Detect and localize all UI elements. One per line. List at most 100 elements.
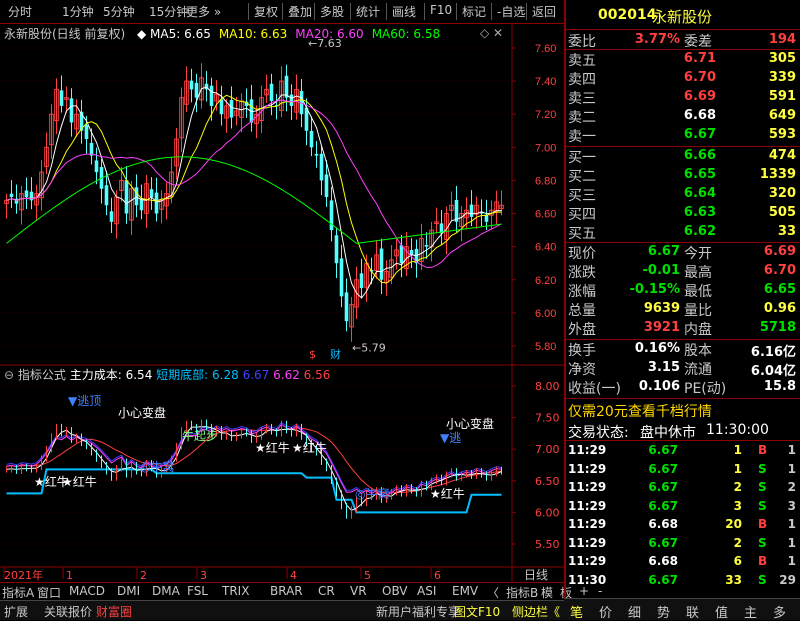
short-bottom-value: 6.28 <box>212 368 239 382</box>
indicator-tab-14[interactable]: 指标B <box>506 584 538 601</box>
ask-row: 卖五 6.71 305 <box>566 50 800 69</box>
quote-tab-6[interactable]: 主 <box>744 602 757 621</box>
quote-tab-4[interactable]: 联 <box>686 602 699 621</box>
toolbar-item-13[interactable]: 返回 <box>532 3 556 20</box>
tick-volume: 1 <box>733 443 742 457</box>
candle-body <box>189 80 194 90</box>
tick-count: 1 <box>787 461 796 476</box>
promo-banner[interactable]: 仅需20元查看千档行情 <box>566 399 800 420</box>
stat-value: 0.106 <box>638 379 680 394</box>
indicator-tab-2[interactable]: MACD <box>69 584 105 598</box>
tick-side: S <box>758 535 767 550</box>
candle-body <box>359 273 364 289</box>
chart-options-icons[interactable]: ◇ ✕ <box>480 26 503 40</box>
signal-annotation: 牛起步 <box>182 428 218 443</box>
collapse-icon[interactable]: ⊖ <box>4 368 14 382</box>
toolbar-item-3[interactable]: 15分钟 <box>149 3 188 20</box>
signal-annotation: ▼逃 <box>440 431 461 445</box>
tick-count: 1 <box>787 535 796 550</box>
weibi-label: 委比 <box>568 34 596 50</box>
indicator-tab-6[interactable]: TRIX <box>222 584 249 598</box>
indicator-tab-4[interactable]: DMA <box>152 584 180 598</box>
indicator-tab-7[interactable]: BRAR <box>270 584 303 598</box>
quote-tab-0[interactable]: 笔 <box>570 602 583 621</box>
indicator-tab-9[interactable]: VR <box>350 584 367 598</box>
quote-tab-7[interactable]: 多 <box>773 602 786 621</box>
toolbar-item-5[interactable]: 复权 <box>254 3 278 20</box>
tick-side: S <box>758 480 767 494</box>
promo-text[interactable]: 仅需20元查看千档行情 <box>568 401 712 421</box>
weicha-value: 194 <box>768 32 796 47</box>
indicator-tab-15[interactable]: 模 <box>541 584 553 601</box>
indicator-tab-13[interactable]: 〈 <box>487 584 499 601</box>
toolbar-item-2[interactable]: 5分钟 <box>103 3 135 20</box>
bottom-bar-item-3[interactable]: 新用户福利专享 <box>376 603 460 620</box>
kline-chart-area[interactable]: 7.60 7.40 7.20 7.00 6.80 6.60 6.40 6.20 6.00 5.80… <box>0 24 564 594</box>
ask-row: 卖一 6.67 593 <box>566 126 800 145</box>
bottom-bar-item-4[interactable]: 图文F10 <box>454 603 500 620</box>
toolbar-separator <box>386 3 387 20</box>
stat-row: 涨跌 -0.01 最高 6.70 <box>566 262 800 281</box>
quote-stats: 现价 6.67 今开 6.69 涨跌 -0.01 最高 6.70 涨幅 -0.15% 最低 6.65 总… <box>566 243 800 339</box>
tick-time: 11:29 <box>568 498 607 513</box>
indicator-tab-11[interactable]: ASI <box>417 584 436 598</box>
toolbar-item-10[interactable]: F10 <box>430 3 452 17</box>
indicator-tab-8[interactable]: CR <box>318 584 335 598</box>
ma60-line <box>6 156 502 244</box>
indicator-tab-1[interactable]: 窗口 <box>37 584 61 601</box>
toolbar-item-12[interactable]: -自选 <box>497 3 525 20</box>
tick-row: 11:29 6.67 1 B 1 <box>566 441 800 460</box>
bottom-bar-item-2[interactable]: 财富圈 <box>96 603 132 620</box>
stat-label: 股本 <box>684 343 712 359</box>
weibi-row: 委比 3.77% 委差 194 <box>566 30 800 50</box>
tick-volume: 20 <box>725 517 742 531</box>
low-price-label: ←5.79 <box>352 342 386 355</box>
quote-tab-5[interactable]: 值 <box>715 602 728 621</box>
candle-body <box>314 153 319 156</box>
indicator-tab-3[interactable]: DMI <box>117 584 140 598</box>
tick-volume: 1 <box>733 461 742 476</box>
dividend-marker[interactable]: $ <box>309 348 316 361</box>
candle-body <box>84 124 89 140</box>
indicator-tab-10[interactable]: OBV <box>382 584 408 598</box>
tick-count: 1 <box>787 443 796 457</box>
toolbar-item-6[interactable]: 叠加 <box>288 3 312 20</box>
x-tick-label: 2021年 <box>4 568 43 582</box>
toolbar-item-11[interactable]: 标记 <box>462 3 486 20</box>
toolbar-item-4[interactable]: 更多 » <box>186 3 221 20</box>
quote-tab-3[interactable]: 势 <box>657 602 670 621</box>
candle-body <box>379 248 384 280</box>
ask-label: 卖二 <box>568 110 596 126</box>
toolbar-item-0[interactable]: 分时 <box>8 3 32 20</box>
period-label[interactable]: 日线 <box>524 568 548 582</box>
toolbar-item-9[interactable]: 画线 <box>392 3 416 20</box>
bottom-bar-item-0[interactable]: 扩展 <box>4 603 28 620</box>
toolbar-item-7[interactable]: 多股 <box>320 3 344 20</box>
stat-value: 6.04亿 <box>750 364 796 379</box>
x-tick-label: 3 <box>200 569 207 582</box>
quote-tab-1[interactable]: 价 <box>599 602 612 621</box>
bid-row: 买一 6.66 474 <box>566 147 800 166</box>
x-tick-label: 5 <box>364 569 371 582</box>
trade-status-row: 交易状态: 盘中休市 11:30:00 <box>566 420 800 441</box>
indicator-tab-0[interactable]: 指标A <box>2 584 34 601</box>
quote-tab-2[interactable]: 细 <box>628 602 641 621</box>
ask-volume: 591 <box>768 89 796 104</box>
indicator-tab-12[interactable]: EMV <box>452 584 478 598</box>
toolbar-item-8[interactable]: 统计 <box>356 3 380 20</box>
indicator-title[interactable]: 指标公式 <box>18 368 66 382</box>
indicator-chart: 8.007.507.006.506.005.50▼逃顶小心变盘★红牛★红牛牛起步… <box>0 380 560 551</box>
stat-value: 6.69 <box>763 244 796 259</box>
candle-body <box>324 174 329 197</box>
ask-volume: 593 <box>768 127 796 142</box>
bottom-bar-item-5[interactable]: 侧边栏《 <box>512 603 560 620</box>
tick-price: 6.67 <box>648 443 678 457</box>
stat-label: 净资 <box>568 362 596 378</box>
candle-body <box>139 199 144 211</box>
ask-price: 6.71 <box>683 51 716 66</box>
stat-row: 换手 0.16% 股本 6.16亿 <box>566 340 800 360</box>
finance-marker[interactable]: 财 <box>330 347 341 361</box>
toolbar-item-1[interactable]: 1分钟 <box>62 3 94 20</box>
bottom-bar-item-1[interactable]: 关联报价 <box>44 603 92 620</box>
indicator-tab-5[interactable]: FSL <box>187 584 208 598</box>
